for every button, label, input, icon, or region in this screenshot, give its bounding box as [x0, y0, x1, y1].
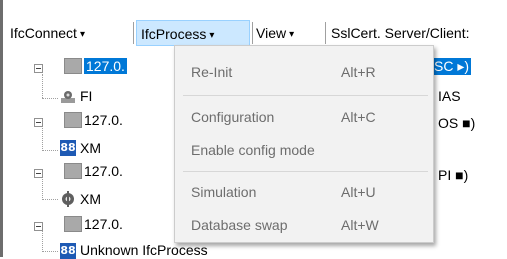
menu-ifcprocess-label: IfcProcess — [141, 26, 207, 42]
tree-line — [42, 98, 58, 100]
tree-line — [42, 251, 58, 253]
menu-view-label: View — [256, 25, 287, 41]
tree-line — [42, 199, 58, 201]
menu-ifcconnect[interactable]: IfcConnect ▾ — [10, 20, 85, 46]
menu-item-label: Configuration — [191, 109, 275, 125]
menu-separator — [183, 95, 428, 96]
tree-line — [42, 177, 44, 200]
chevron-down-icon: ▾ — [209, 30, 215, 41]
xm-process-icon: 88 — [60, 140, 76, 156]
collapse-icon[interactable] — [34, 64, 43, 73]
tree-line — [42, 230, 44, 252]
menu-item-re-init[interactable]: Re-Init Alt+R — [175, 57, 433, 87]
process-icon — [61, 91, 75, 103]
server-node-icon — [64, 58, 82, 74]
tree-node-status: SC ▸) — [432, 58, 472, 75]
tree-node-label[interactable]: 127.0. — [84, 112, 123, 128]
tree-node-status: IAS — [438, 88, 461, 104]
tree-node-status: PI ■) — [438, 167, 469, 183]
tree-line — [42, 150, 58, 152]
menu-separator — [252, 22, 253, 44]
collapse-icon[interactable] — [34, 118, 43, 127]
menu-item-configuration[interactable]: Configuration Alt+C — [175, 102, 433, 132]
server-node-icon — [64, 112, 82, 128]
menu-item-label: Enable config mode — [191, 142, 315, 158]
menu-item-shortcut: Alt+R — [341, 64, 376, 80]
tree-node-label[interactable]: FI — [80, 88, 92, 104]
tree-node-label[interactable]: 127.0. — [84, 216, 123, 232]
tree-node-label[interactable]: XM — [80, 140, 101, 156]
chevron-down-icon: ▾ — [289, 29, 295, 40]
menu-separator — [325, 22, 326, 44]
chevron-down-icon: ▾ — [79, 29, 85, 40]
menu-item-shortcut: Alt+W — [341, 217, 379, 233]
menu-item-shortcut: Alt+U — [341, 184, 376, 200]
menu-item-shortcut: Alt+C — [341, 109, 376, 125]
tree-node-label[interactable]: 127.0. — [84, 58, 127, 74]
menu-separator — [133, 22, 134, 44]
menu-view[interactable]: View ▾ — [256, 20, 294, 46]
menu-ifcprocess[interactable]: IfcProcess ▾ — [136, 20, 250, 46]
collapse-icon[interactable] — [34, 222, 43, 231]
menu-item-database-swap[interactable]: Database swap Alt+W — [175, 210, 433, 240]
menu-separator — [183, 171, 428, 172]
menu-item-simulation[interactable]: Simulation Alt+U — [175, 177, 433, 207]
menu-item-label: Simulation — [191, 184, 257, 200]
menu-ifcconnect-label: IfcConnect — [10, 25, 77, 41]
server-node-icon — [64, 216, 82, 232]
tree-node-label[interactable]: 127.0. — [84, 163, 123, 179]
tree-line — [42, 126, 44, 151]
menu-sslcert-label: SslCert. Server/Client: — [331, 25, 470, 41]
tree-node-status: OS ■) — [438, 115, 476, 131]
tree-node-label[interactable]: Unknown IfcProcess — [80, 242, 208, 258]
menu-item-label: Re-Init — [191, 64, 233, 80]
collapse-icon[interactable] — [34, 169, 43, 178]
menu-item-enable-config-mode[interactable]: Enable config mode — [175, 135, 433, 165]
menu-sslcert[interactable]: SslCert. Server/Client: — [331, 20, 469, 46]
tree-line — [42, 74, 44, 98]
process-icon — [62, 191, 74, 207]
tree-node-label[interactable]: XM — [80, 191, 101, 207]
menu-item-label: Database swap — [191, 217, 288, 233]
server-node-icon — [64, 163, 82, 179]
ifcprocess-dropdown-menu: Re-Init Alt+R Configuration Alt+C Enable… — [174, 45, 434, 243]
